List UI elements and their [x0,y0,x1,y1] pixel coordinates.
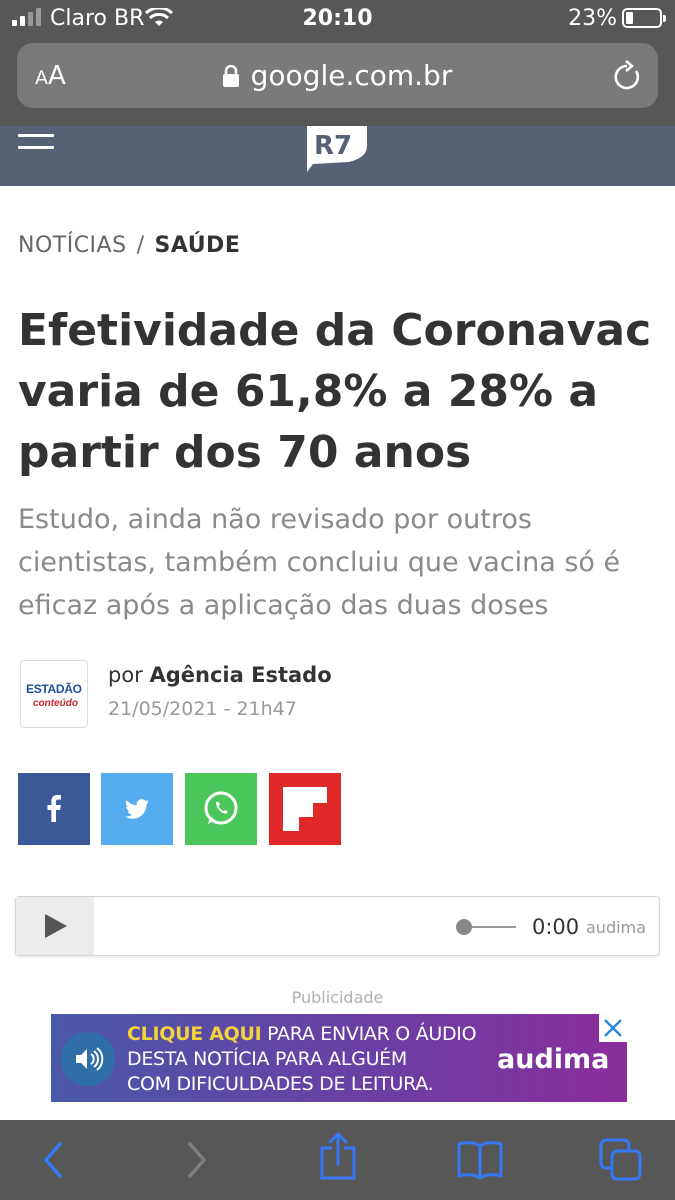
author-logo-line2: conteúdo [33,698,78,709]
author-name[interactable]: Agência Estado [150,663,332,687]
url-field[interactable]: google.com.br [17,59,658,94]
forward-icon[interactable] [182,1120,212,1200]
site-header: R7 [0,126,675,186]
battery-icon [622,8,666,28]
breadcrumb-saude[interactable]: SAÚDE [155,233,241,258]
url-text: google.com.br [250,59,453,92]
flipboard-icon [283,787,327,831]
r7-logo[interactable]: R7 [305,126,371,172]
address-bar[interactable]: AA google.com.br [17,43,658,108]
byline: por Agência Estado [108,663,332,687]
battery-percentage: 23% [568,6,617,31]
ad-close-button[interactable] [599,1014,627,1042]
article-subtitle: Estudo, ainda não revisado por outros ci… [18,504,621,621]
reload-icon[interactable] [612,59,642,91]
play-icon [45,914,67,938]
ad-label: Publicidade [291,988,384,1007]
audio-progress-knob[interactable] [456,919,472,935]
speaker-icon [61,1032,115,1086]
ad-line-1-rest: PARA ENVIAR O ÁUDIO [261,1023,477,1045]
breadcrumb-separator: / [136,233,145,258]
hamburger-menu-icon[interactable] [18,134,54,158]
share-whatsapp-button[interactable] [185,773,257,845]
article-headline: Efetividade da Coronavac varia de 61,8% … [18,305,652,478]
ad-line-1: CLIQUE AQUI PARA ENVIAR O ÁUDIO [127,1022,477,1047]
ad-text: CLIQUE AQUI PARA ENVIAR O ÁUDIO DESTA NO… [127,1022,477,1097]
play-button[interactable] [16,897,94,955]
twitter-icon [125,799,149,819]
breadcrumb-noticias[interactable]: NOTÍCIAS [18,233,127,258]
browser-top-chrome: Claro BR 20:10 23% AA google.com.br [0,0,675,126]
back-icon[interactable] [38,1120,68,1200]
facebook-icon [47,795,61,822]
whatsapp-icon [204,791,238,825]
audio-player: 0:00 audima [15,896,660,956]
share-facebook-button[interactable] [18,773,90,845]
byline-prefix: por [108,663,143,687]
audio-time: 0:00 [532,915,580,939]
browser-bottom-toolbar [0,1120,675,1200]
estadao-conteudo-logo[interactable]: ESTADÃO conteúdo [20,660,88,728]
ad-highlight: CLIQUE AQUI [127,1023,262,1045]
publish-date: 21/05/2021 - 21h47 [108,698,297,720]
audima-logo[interactable]: audima [586,918,646,937]
ad-banner[interactable]: CLIQUE AQUI PARA ENVIAR O ÁUDIO DESTA NO… [51,1014,627,1102]
ad-brand: audima [497,1044,610,1075]
ad-line-2: DESTA NOTÍCIA PARA ALGUÉM [127,1048,407,1070]
share-flipboard-button[interactable] [269,773,341,845]
ad-line-3: COM DIFICULDADES DE LEITURA. [127,1073,434,1095]
share-icon[interactable] [318,1120,358,1200]
bookmarks-icon[interactable] [456,1120,504,1200]
author-logo-line1: ESTADÃO [26,682,82,696]
r7-logo-text: R7 [314,131,352,161]
share-twitter-button[interactable] [101,773,173,845]
breadcrumb: NOTÍCIAS / SAÚDE [18,233,240,258]
lock-icon [222,61,239,94]
tabs-icon[interactable] [598,1120,644,1200]
close-icon [604,1019,622,1037]
